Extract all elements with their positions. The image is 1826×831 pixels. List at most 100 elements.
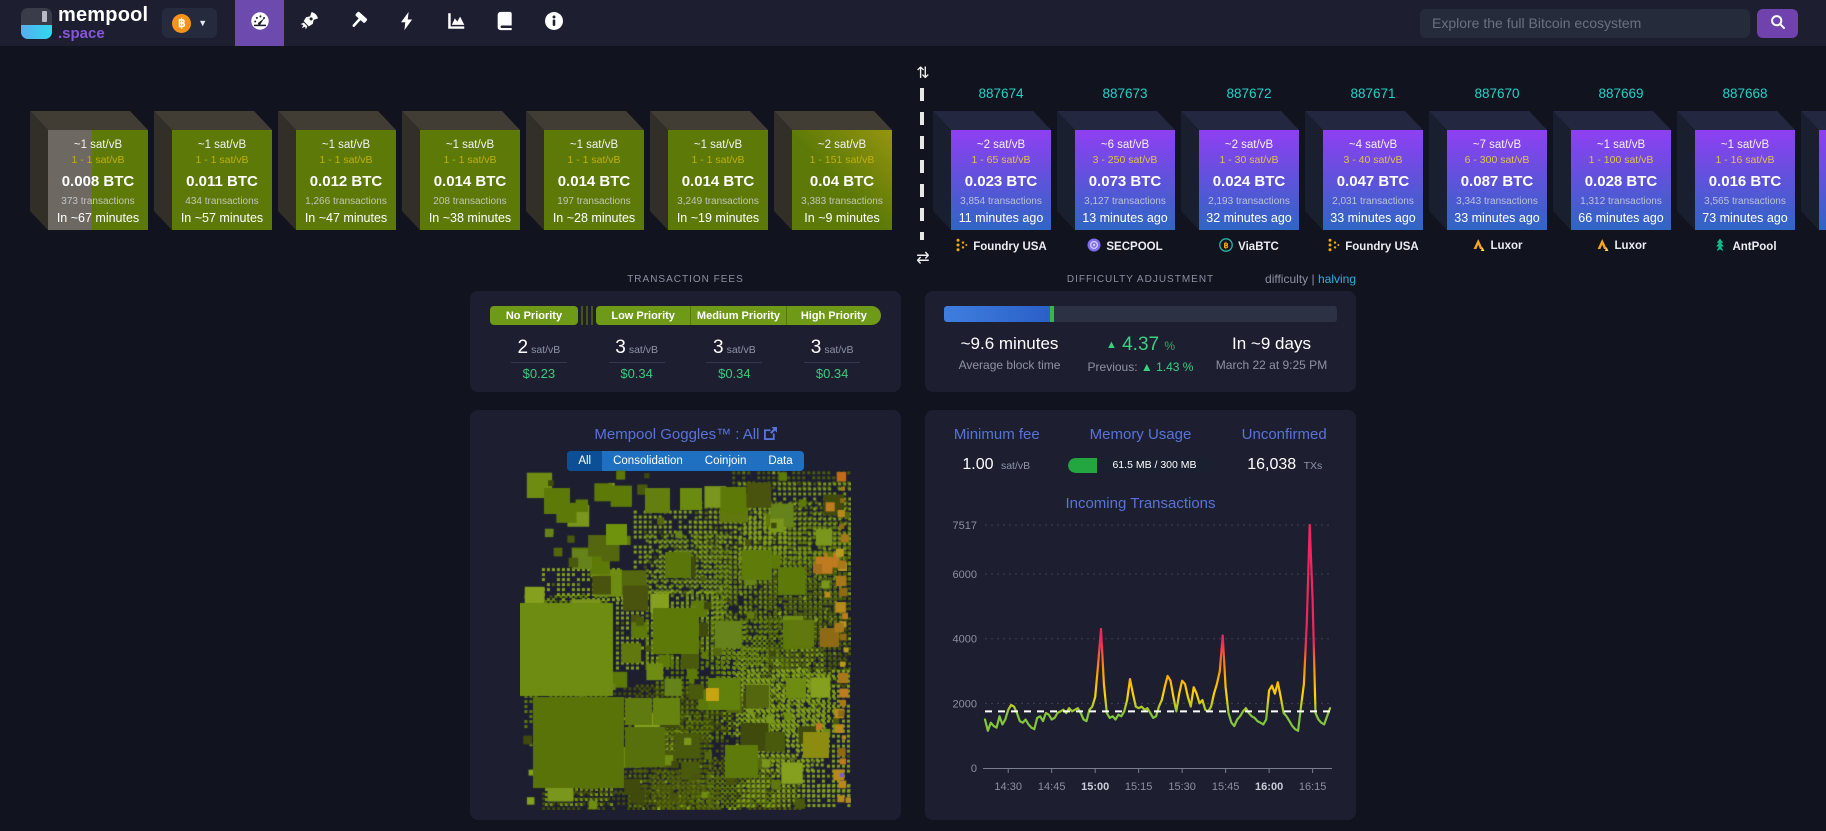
mined-block[interactable]: 887671 ~4 sat/vB 3 - 40 sat/vB 0.047 BTC 2,0… [1305, 86, 1423, 253]
block-eta: In ~67 minutes [56, 211, 140, 225]
block-height-link[interactable]: 887670 [1447, 86, 1547, 101]
mined-block[interactable]: 887674 ~2 sat/vB 1 - 65 sat/vB 0.023 BTC 3,8… [933, 86, 1051, 253]
cube-front-face: ~1 sat/vB 1 - 1 sat/vB 0.014 BTC 3,249 tran… [668, 130, 768, 230]
block-height-link[interactable]: 887673 [1075, 86, 1175, 101]
block-height-link[interactable]: 887674 [951, 86, 1051, 101]
mined-block[interactable]: 887668 ~1 sat/vB 1 - 16 sat/vB 0.016 BTC 3,5… [1677, 86, 1795, 253]
difficulty-stats: ~9.6 minutes Average block time ▲ 4.37 %… [944, 334, 1337, 374]
y-axis-tick-label: 0 [971, 763, 977, 775]
mining-pool-link[interactable]: SECPOOL [1067, 238, 1183, 255]
nav-lightning[interactable] [382, 0, 431, 46]
mined-block-cube: ~1 sat/vB 1 - 16 sat/vB 0.016 BTC 3,565 tra… [1677, 111, 1795, 230]
swap-direction-icon[interactable]: ⇄ [908, 248, 938, 268]
currency-selector[interactable]: ฿ ▼ [162, 8, 218, 38]
scroll-up-down-icon[interactable]: ⇅ [908, 63, 938, 83]
x-axis-tick-label: 16:00 [1255, 781, 1283, 793]
memory-usage-link[interactable]: Memory Usage [1069, 426, 1213, 443]
mining-pool-link[interactable]: Foundry USA [1315, 238, 1431, 255]
block-median-fee: ~1 sat/vB [693, 139, 743, 151]
difficulty-progress-fill [944, 306, 1053, 322]
goggles-tab-all[interactable]: All [567, 451, 603, 471]
fee-tier-column: 3 sat/vB $0.34 [588, 337, 686, 381]
pool-name: Luxor [1614, 240, 1647, 252]
nav-rocket[interactable] [284, 0, 333, 46]
mempool-pending-block[interactable]: ~2 sat/vB 1 - 151 sat/vB 0.04 BTC 3,383 tra… [774, 111, 892, 230]
fee-usd: $0.34 [608, 362, 665, 381]
cube-top-face [526, 111, 644, 130]
link-separator: | [1311, 272, 1315, 286]
minimum-fee-link[interactable]: Minimum fee [925, 426, 1069, 443]
pending-block-cube: ~2 sat/vB 1 - 151 sat/vB 0.04 BTC 3,383 tra… [774, 111, 892, 230]
block-tx-count: 3,383 transactions [801, 196, 883, 207]
nav-dashboard[interactable] [235, 0, 285, 46]
mempool-treemap[interactable] [520, 470, 851, 810]
x-axis-tick-label: 15:30 [1168, 781, 1196, 793]
priority-pill[interactable]: Medium Priority [690, 306, 786, 325]
mining-pool-link[interactable]: Luxor [1439, 238, 1555, 254]
unconfirmed-link[interactable]: Unconfirmed [1212, 426, 1356, 443]
fee-rate: 3 [712, 337, 724, 358]
priority-pill[interactable]: High Priority [785, 306, 881, 325]
nav-chart[interactable] [431, 0, 480, 46]
goggles-tab-coinjoin[interactable]: Coinjoin [694, 451, 758, 471]
cube-front-face: ~2 sat/vB 1 - 65 sat/vB 0.023 BTC 3,854 tra… [951, 130, 1051, 230]
nav-docs[interactable] [480, 0, 529, 46]
block-height-link[interactable]: 887669 [1571, 86, 1671, 101]
docs-icon [494, 10, 516, 37]
memory-pill: 61.5 MB / 300 MB [1067, 457, 1214, 473]
minimum-fee-value: 1.00 sat/vB [925, 456, 1068, 474]
search-input[interactable] [1420, 8, 1750, 38]
mining-pool-link[interactable]: ฿ ViaBTC [1191, 238, 1307, 255]
priority-pill[interactable]: Low Priority [595, 306, 691, 325]
block-height-link[interactable]: 887671 [1323, 86, 1423, 101]
halving-link[interactable]: halving [1318, 272, 1356, 286]
mempool-pending-block[interactable]: ~1 sat/vB 1 - 1 sat/vB 0.014 BTC 3,249 tran… [650, 111, 768, 230]
block-height-link[interactable]: 887668 [1695, 86, 1795, 101]
block-total-btc: 0.087 BTC [1460, 173, 1534, 190]
block-total-btc: 0.014 BTC [681, 173, 755, 190]
block-tx-count: 2,193 transactions [1208, 196, 1290, 207]
mempool-pending-block[interactable]: ~1 sat/vB 1 - 1 sat/vB 0.008 BTC 373 transa… [30, 111, 148, 230]
mined-block[interactable]: 887672 ~2 sat/vB 1 - 30 sat/vB 0.024 BTC 2,1… [1181, 86, 1299, 253]
y-axis-tick-label: 7517 [953, 520, 977, 532]
fee-rate-line: 3 sat/vB [713, 337, 756, 359]
mined-block-cube: ~1 sat/vB 1 - 100 sat/vB 0.028 BTC 1,312 tr… [1553, 111, 1671, 230]
brand[interactable]: mempool .space [58, 5, 148, 41]
mined-block[interactable]: 887669 ~1 sat/vB 1 - 100 sat/vB 0.028 BTC 1,… [1553, 86, 1671, 252]
difficulty-link[interactable]: difficulty [1265, 272, 1308, 286]
mempool-pending-block[interactable]: ~1 sat/vB 1 - 1 sat/vB 0.014 BTC 208 transa… [402, 111, 520, 230]
cube-left-face [1677, 111, 1695, 230]
no-priority-pill[interactable]: No Priority [490, 306, 578, 325]
mined-block[interactable]: 887670 ~7 sat/vB 6 - 300 sat/vB 0.087 BTC 3,… [1429, 86, 1547, 252]
external-link-icon [763, 426, 777, 443]
mempool-logo-icon[interactable] [21, 7, 52, 39]
mempool-pending-block[interactable]: ~1 sat/vB 1 - 1 sat/vB 0.011 BTC 434 transa… [154, 111, 272, 230]
nav-about[interactable] [529, 0, 578, 46]
cube-top-face [1057, 111, 1175, 130]
mined-block[interactable]: 887673 ~6 sat/vB 3 - 250 sat/vB 0.073 BTC 3,… [1057, 86, 1175, 253]
block-mined-time: 66 minutes ago [1578, 211, 1664, 225]
block-median-fee: ~4 sat/vB [1348, 139, 1398, 151]
block-median-fee: ~7 sat/vB [1472, 139, 1522, 151]
mining-pool-link[interactable]: AntPool [1687, 238, 1803, 255]
mining-pool-link[interactable]: Foundry USA [943, 238, 1059, 255]
block-eta: In ~9 minutes [804, 211, 880, 225]
block-mined-time: 11 minutes ago [958, 211, 1044, 225]
previous-value: ▲ 1.43 % [1140, 360, 1194, 374]
goggles-tab-consolidation[interactable]: Consolidation [602, 451, 694, 471]
mined-block[interactable] [1801, 111, 1826, 230]
difficulty-mode-links: difficulty | halving [925, 272, 1356, 286]
goggles-title[interactable]: Mempool Goggles™ : All [470, 426, 901, 443]
block-fee-range: 3 - 250 sat/vB [1092, 154, 1158, 166]
mempool-pending-block[interactable]: ~1 sat/vB 1 - 1 sat/vB 0.012 BTC 1,266 tran… [278, 111, 396, 230]
mempool-pending-block[interactable]: ~1 sat/vB 1 - 1 sat/vB 0.014 BTC 197 transa… [526, 111, 644, 230]
nav-mining[interactable] [333, 0, 382, 46]
search-button[interactable] [1757, 8, 1798, 38]
block-height-link[interactable]: 887672 [1199, 86, 1299, 101]
mining-pool-link[interactable]: Luxor [1563, 238, 1679, 254]
block-median-fee: ~1 sat/vB [197, 139, 247, 151]
cube-front-face: ~2 sat/vB 1 - 30 sat/vB 0.024 BTC 2,193 tra… [1199, 130, 1299, 230]
block-tx-count: 434 transactions [185, 196, 259, 207]
goggles-tab-data[interactable]: Data [757, 451, 803, 471]
pool-name: AntPool [1732, 240, 1777, 253]
